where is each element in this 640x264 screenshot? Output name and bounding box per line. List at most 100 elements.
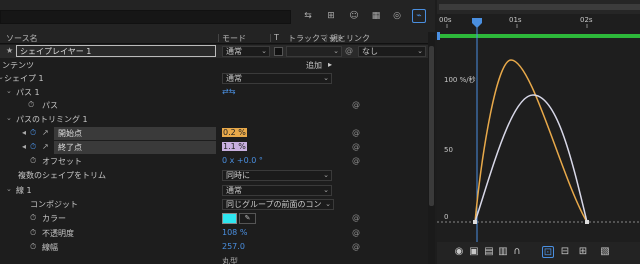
layer-name[interactable]: シェイプレイヤー 1 (20, 46, 91, 57)
trim-multiple-row[interactable]: 複数のシェイプをトリム 同時に ⌄ (0, 169, 435, 182)
graph-editor-icon[interactable]: ⌁ (412, 9, 426, 23)
start-row[interactable]: ◂ ⏱ ↗ 開始点 0.2 % @ (0, 127, 435, 140)
width-value[interactable]: 257.0 (222, 242, 245, 251)
partial-value: 丸型 (222, 257, 238, 264)
stopwatch-icon[interactable]: ⏱ (30, 156, 36, 166)
graph-type-icon[interactable]: ▤ (483, 246, 495, 258)
zoom-icon[interactable]: ⊞ (577, 246, 589, 258)
graph-canvas[interactable]: 00s 01s 02s 100 %/秒 50 0 (437, 0, 640, 264)
time-label-0: 00s (439, 16, 452, 24)
add-arrow-icon[interactable]: ▸ (328, 60, 332, 69)
color-swatch[interactable] (222, 213, 237, 224)
opacity-label: 不透明度 (42, 229, 74, 238)
add-button[interactable]: 追加 (306, 60, 322, 71)
keyframe-handle (473, 220, 477, 224)
draft-3d-icon[interactable]: ⊞ (325, 10, 337, 22)
start-speed-curve (474, 59, 588, 223)
shy-icon[interactable]: ☺ (348, 10, 360, 22)
color-label: カラー (42, 214, 66, 223)
opacity-value[interactable]: 108 % (222, 228, 247, 237)
shape1-mode-select[interactable]: 通常 ⌄ (222, 73, 332, 84)
col-parent-link[interactable]: 親とリンク (330, 33, 370, 44)
motion-blur-icon[interactable]: ◎ (391, 10, 403, 22)
stroke1-mode-select[interactable]: 通常 ⌄ (222, 185, 332, 196)
eyedropper-icon[interactable]: ✎ (239, 213, 256, 224)
fit-selection-icon[interactable]: ⊡ (542, 246, 554, 258)
work-area-bar (437, 34, 640, 38)
pickwhip-icon[interactable]: @ (352, 242, 360, 251)
layer-mode-select[interactable]: 通常 ⌄ (222, 46, 270, 57)
trim-multiple-label: 複数のシェイプをトリム (18, 171, 106, 180)
width-label: 線幅 (42, 243, 58, 252)
composition-flow-icon[interactable]: ⇆ (302, 10, 314, 22)
color-row[interactable]: ⏱ カラー ✎ @ (0, 212, 435, 225)
pickwhip-icon[interactable]: @ (352, 213, 360, 222)
separate-dimensions-icon[interactable]: ▧ (599, 246, 611, 258)
pickwhip-icon[interactable]: @ (345, 46, 353, 55)
stroke1-row[interactable]: ⌄ 線 1 通常 ⌄ (0, 184, 435, 197)
trackmatte-checkbox[interactable] (274, 47, 283, 56)
end-speed-curve (474, 94, 588, 223)
trim-paths-row[interactable]: ⌄ パスのトリミング 1 (0, 113, 435, 126)
show-properties-icon[interactable]: ▣ (468, 246, 480, 258)
after-effects-timeline: ⇆ ⊞ ☺ ▦ ◎ ⌁ ソース名 モード T トラックマット 親とリンク ★ シ… (0, 0, 640, 264)
layers-scrollbar[interactable] (428, 32, 435, 264)
nav-arrow-icon[interactable]: ◂ (22, 128, 26, 137)
playhead-marker (472, 18, 482, 28)
pickwhip-icon[interactable]: @ (352, 228, 360, 237)
parent-select[interactable]: なし ⌄ (358, 46, 426, 57)
graph-editor[interactable]: 00s 01s 02s 100 %/秒 50 0 (437, 0, 640, 264)
eye-icon[interactable]: ◉ (453, 246, 465, 258)
path-label: パス (42, 101, 58, 110)
width-row[interactable]: ⏱ 線幅 257.0 @ (0, 241, 435, 254)
stopwatch-icon[interactable]: ⏱ (30, 128, 36, 138)
trim-paths-label: パスのトリミング 1 (16, 115, 88, 124)
star-icon: ★ (6, 46, 14, 55)
time-navigator (439, 4, 640, 10)
layer-search-input[interactable] (0, 10, 291, 24)
magnet-icon[interactable]: ∩ (511, 246, 523, 258)
trim-multiple-select[interactable]: 同時に ⌄ (222, 170, 332, 181)
end-row[interactable]: ◂ ⏱ ↗ 終了点 1.1 % @ (0, 141, 435, 154)
composite-label: コンポジット (30, 200, 78, 209)
end-value[interactable]: 1.1 % (222, 142, 247, 151)
graph-toolbar: ◉ ▣ ▤ ▥ ∩ ⊡ ⊟ ⊞ ▧ (437, 242, 640, 264)
nav-arrow-icon[interactable]: ◂ (22, 142, 26, 151)
pickwhip-icon[interactable]: @ (352, 142, 360, 151)
path-row[interactable]: ⏱ パス @ (0, 99, 435, 112)
col-source-name[interactable]: ソース名 (6, 33, 38, 44)
path-direction-icon[interactable]: ⇄⇆ (222, 87, 235, 96)
fit-all-icon[interactable]: ⊟ (559, 246, 571, 258)
offset-value[interactable]: 0 x +0.0 ° (222, 156, 263, 165)
stopwatch-icon[interactable]: ⏱ (30, 142, 36, 152)
shape1-row[interactable]: ⌄ シェイプ 1 通常 ⌄ (0, 72, 435, 85)
snap-icon[interactable]: ▥ (497, 246, 509, 258)
offset-row[interactable]: ⏱ オフセット 0 x +0.0 ° @ (0, 155, 435, 168)
frame-blend-icon[interactable]: ▦ (370, 10, 382, 22)
start-value[interactable]: 0.2 % (222, 128, 247, 137)
pickwhip-icon[interactable]: @ (352, 100, 360, 109)
y-label-50: 50 (444, 146, 453, 154)
twirl-icon[interactable]: ⌄ (6, 87, 12, 95)
graph-toggle-icon[interactable]: ↗ (42, 128, 49, 137)
path1-row[interactable]: ⌄ パス 1 ⇄⇆ (0, 86, 435, 99)
pickwhip-icon[interactable]: @ (352, 156, 360, 165)
composite-select[interactable]: 同じグループの前面のコン ⌄ (222, 199, 334, 210)
col-mode[interactable]: モード (222, 33, 246, 44)
graph-toggle-icon[interactable]: ↗ (42, 142, 49, 151)
trackmatte-select[interactable]: ⌄ (286, 46, 342, 57)
stopwatch-icon[interactable]: ⏱ (28, 100, 34, 110)
stopwatch-icon[interactable]: ⏱ (30, 242, 36, 252)
pickwhip-icon[interactable]: @ (352, 128, 360, 137)
scrollbar-thumb[interactable] (429, 46, 434, 206)
column-header: ソース名 モード T トラックマット 親とリンク (0, 32, 435, 44)
opacity-row[interactable]: ⏱ 不透明度 108 % @ (0, 227, 435, 240)
composite-row[interactable]: コンポジット 同じグループの前面のコン ⌄ (0, 198, 435, 211)
col-t[interactable]: T (274, 33, 279, 42)
layer-row[interactable]: ★ シェイプレイヤー 1 通常 ⌄ ⌄ @ なし ⌄ (0, 45, 435, 58)
y-label-0: 0 (444, 213, 448, 221)
twirl-icon[interactable]: ⌄ (6, 185, 12, 193)
twirl-icon[interactable]: ⌄ (6, 114, 12, 122)
stopwatch-icon[interactable]: ⏱ (30, 213, 36, 223)
stopwatch-icon[interactable]: ⏱ (30, 228, 36, 238)
